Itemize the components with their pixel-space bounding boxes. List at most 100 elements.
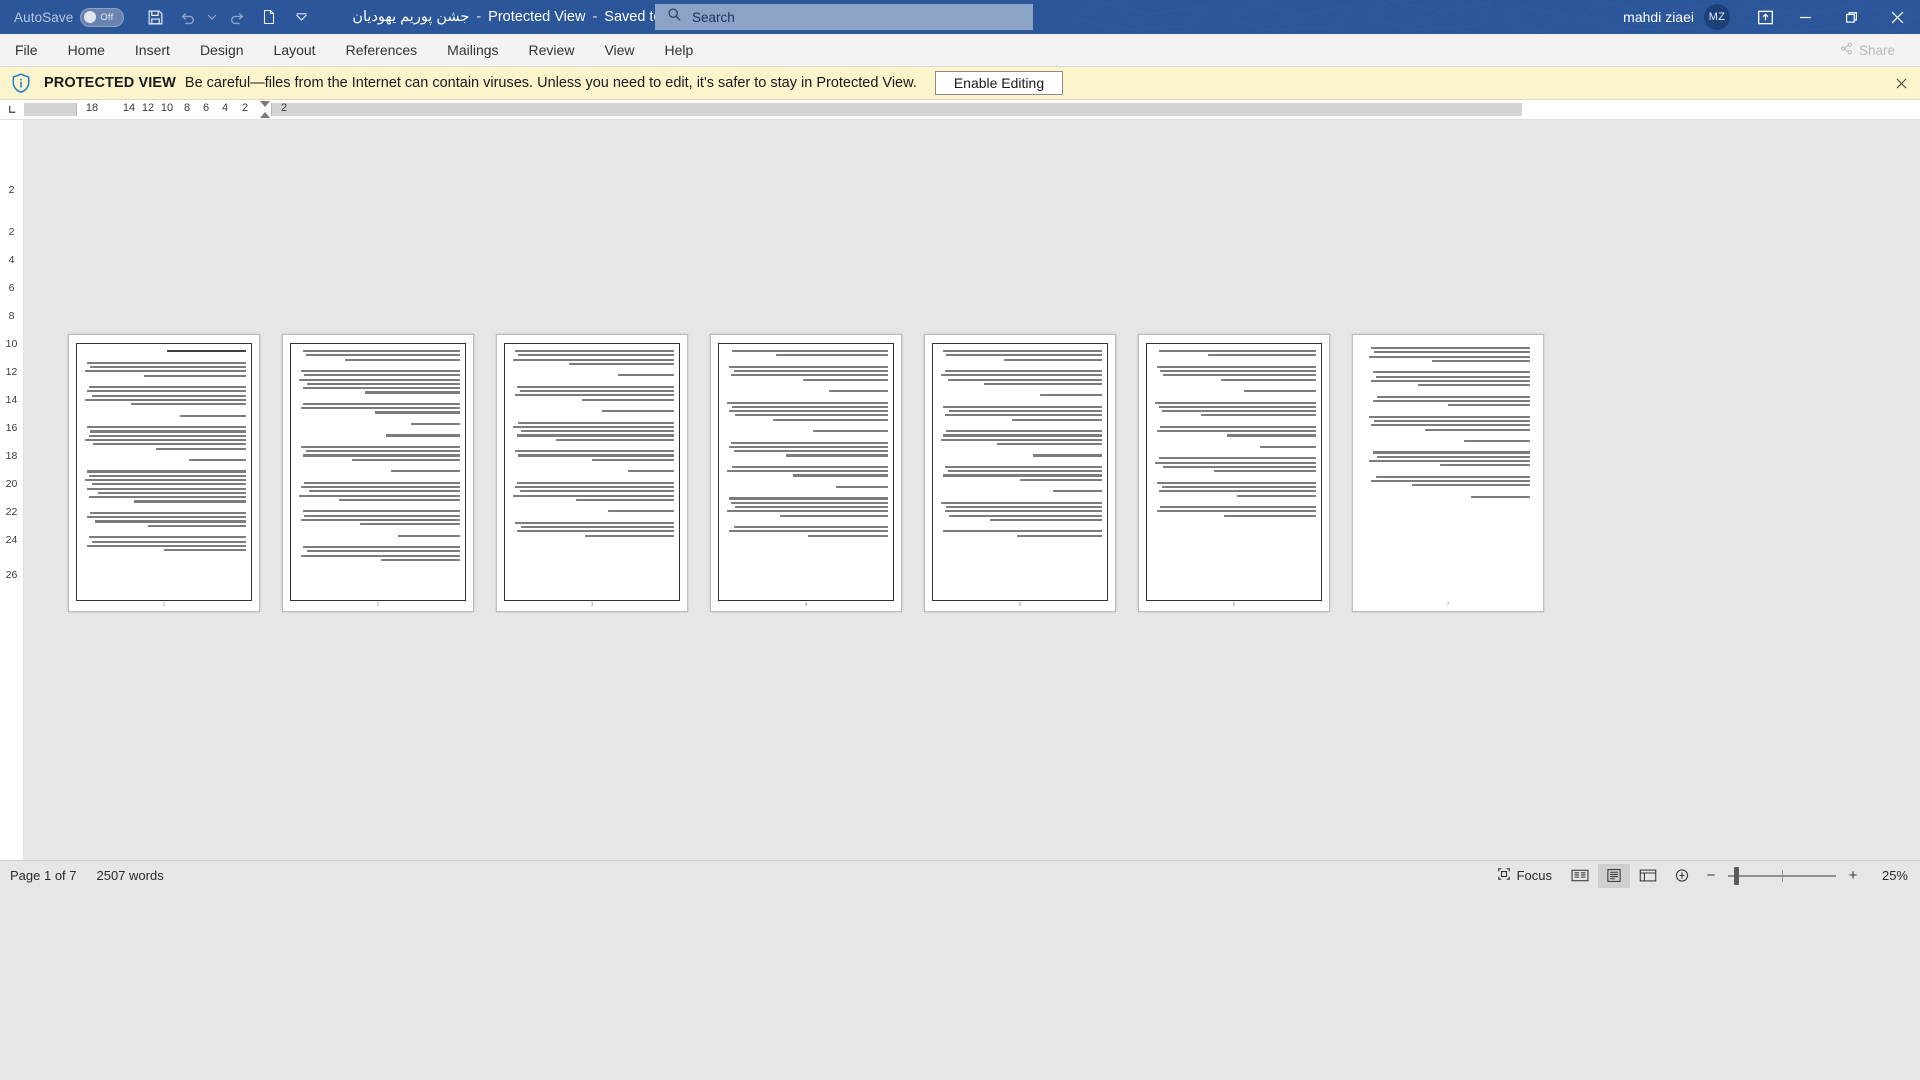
title-separator-2: - bbox=[592, 9, 598, 25]
avatar[interactable]: MZ bbox=[1704, 4, 1730, 30]
close-button[interactable] bbox=[1874, 0, 1920, 34]
document-title: جشن پوریم یهودیان bbox=[352, 9, 470, 25]
focus-icon bbox=[1497, 867, 1511, 884]
document-page-5[interactable]: 5 bbox=[924, 334, 1116, 612]
close-icon[interactable] bbox=[1892, 74, 1910, 92]
first-line-indent-marker[interactable] bbox=[260, 101, 270, 107]
protected-view-title: PROTECTED VIEW bbox=[44, 75, 176, 91]
chevron-down-icon[interactable] bbox=[286, 3, 316, 31]
tab-insert[interactable]: Insert bbox=[120, 34, 185, 66]
search-placeholder: Search bbox=[692, 9, 735, 25]
page-5-number: 5 bbox=[1018, 602, 1022, 608]
document-page-4[interactable]: 4 bbox=[710, 334, 902, 612]
vruler-tick-13: 26 bbox=[5, 569, 18, 581]
tab-references[interactable]: References bbox=[331, 34, 433, 66]
ruler-tick-10: 10 bbox=[160, 102, 174, 114]
page-3-number: 3 bbox=[590, 602, 594, 608]
vertical-ruler[interactable]: 2 2 4 6 8 10 12 14 16 18 20 22 24 26 bbox=[0, 120, 24, 860]
document-page-2[interactable]: 2 bbox=[282, 334, 474, 612]
vruler-tick-4: 8 bbox=[8, 310, 15, 322]
search-icon bbox=[667, 7, 682, 27]
page-7-text-block bbox=[1360, 343, 1536, 601]
tab-help[interactable]: Help bbox=[650, 34, 709, 66]
ruler-tick-18: 18 bbox=[85, 102, 99, 114]
hanging-indent-marker[interactable] bbox=[260, 112, 270, 118]
immersive-reader-icon[interactable] bbox=[1666, 864, 1698, 888]
document-page-7[interactable]: 7 bbox=[1352, 334, 1544, 612]
protected-view-message: Be careful—files from the Internet can c… bbox=[184, 75, 917, 91]
ribbon-display-options-icon[interactable] bbox=[1748, 0, 1782, 34]
web-layout-icon[interactable] bbox=[1632, 864, 1664, 888]
zoom-level-label[interactable]: 25% bbox=[1866, 868, 1908, 883]
enable-editing-button[interactable]: Enable Editing bbox=[934, 71, 1064, 95]
document-page-6[interactable]: 6 bbox=[1138, 334, 1330, 612]
tab-design[interactable]: Design bbox=[185, 34, 259, 66]
redo-icon[interactable] bbox=[222, 3, 252, 31]
share-button[interactable]: Share bbox=[1827, 38, 1908, 62]
vruler-tick-0: 2 bbox=[8, 184, 15, 196]
page-7-number: 7 bbox=[1446, 602, 1450, 608]
title-bar: AutoSave Off جشن پوریم یهودیان - Protect… bbox=[0, 0, 1920, 34]
quick-access-toolbar bbox=[140, 3, 316, 31]
account-name[interactable]: mahdi ziaei bbox=[1623, 9, 1694, 25]
save-icon[interactable] bbox=[140, 3, 170, 31]
document-page-1[interactable]: 1 bbox=[68, 334, 260, 612]
focus-button[interactable]: Focus bbox=[1487, 867, 1562, 884]
shield-info-icon bbox=[10, 72, 32, 94]
ruler-tick-8: 8 bbox=[183, 102, 191, 114]
status-bar-right-cluster: Focus − + 25% bbox=[1487, 861, 1920, 890]
minimize-button[interactable] bbox=[1782, 0, 1828, 34]
vruler-tick-12: 24 bbox=[5, 534, 18, 546]
title-separator-1: - bbox=[476, 9, 482, 25]
undo-chevron-down-icon[interactable] bbox=[204, 3, 220, 31]
page-1-text-block bbox=[76, 343, 252, 601]
print-layout-icon[interactable] bbox=[1598, 863, 1630, 888]
page-2-number: 2 bbox=[376, 602, 380, 608]
vruler-tick-11: 22 bbox=[5, 506, 18, 518]
zoom-slider[interactable] bbox=[1728, 864, 1836, 888]
autosave-state-label: Off bbox=[100, 11, 114, 23]
autosave-toggle-knob bbox=[84, 11, 97, 23]
page-6-text-block bbox=[1146, 343, 1322, 601]
document-icon[interactable] bbox=[254, 3, 284, 31]
page-4-number: 4 bbox=[804, 602, 808, 608]
zoom-out-button[interactable]: − bbox=[1700, 864, 1722, 888]
autosave-toggle[interactable]: Off bbox=[80, 7, 125, 27]
undo-icon[interactable] bbox=[172, 3, 202, 31]
ruler-tick-12: 12 bbox=[141, 102, 155, 114]
ruler-tick-6: 6 bbox=[202, 102, 210, 114]
page-3-text-block bbox=[504, 343, 680, 601]
page-4-text-block bbox=[718, 343, 894, 601]
document-page-3[interactable]: 3 bbox=[496, 334, 688, 612]
ribbon-tab-bar: File Home Insert Design Layout Reference… bbox=[0, 34, 1920, 66]
tab-home[interactable]: Home bbox=[53, 34, 120, 66]
zoom-in-button[interactable]: + bbox=[1842, 864, 1864, 888]
tab-stop-selector[interactable] bbox=[0, 100, 24, 119]
autosave-control[interactable]: AutoSave Off bbox=[14, 7, 125, 27]
vruler-tick-7: 14 bbox=[5, 394, 18, 406]
document-canvas[interactable]: 1 2 3 4 5 6 7 bbox=[24, 120, 1920, 860]
read-mode-icon[interactable] bbox=[1564, 864, 1596, 888]
vruler-tick-1: 2 bbox=[8, 226, 15, 238]
page-indicator[interactable]: Page 1 of 7 bbox=[0, 868, 87, 883]
tab-layout[interactable]: Layout bbox=[259, 34, 331, 66]
horizontal-ruler-row: 18 14 12 10 8 6 4 2 2 bbox=[0, 100, 1920, 120]
zoom-slider-thumb[interactable] bbox=[1734, 866, 1739, 885]
tab-view[interactable]: View bbox=[589, 34, 649, 66]
page-2-text-block bbox=[290, 343, 466, 601]
protected-view-banner: PROTECTED VIEW Be careful—files from the… bbox=[0, 66, 1920, 100]
protected-view-status: Protected View bbox=[488, 9, 586, 25]
word-count[interactable]: 2507 words bbox=[87, 868, 174, 883]
restore-button[interactable] bbox=[1828, 0, 1874, 34]
focus-label: Focus bbox=[1516, 868, 1552, 883]
horizontal-ruler[interactable]: 18 14 12 10 8 6 4 2 2 bbox=[24, 100, 1920, 119]
status-bar: Page 1 of 7 2507 words Focus − + 25% bbox=[0, 860, 1920, 890]
search-input[interactable]: Search bbox=[655, 4, 1033, 30]
page-1-number: 1 bbox=[162, 602, 166, 608]
vruler-tick-3: 6 bbox=[8, 282, 15, 294]
tab-file[interactable]: File bbox=[0, 34, 53, 66]
tab-mailings[interactable]: Mailings bbox=[432, 34, 513, 66]
tab-review[interactable]: Review bbox=[514, 34, 590, 66]
page-5-text-block bbox=[932, 343, 1108, 601]
autosave-label: AutoSave bbox=[14, 9, 74, 25]
